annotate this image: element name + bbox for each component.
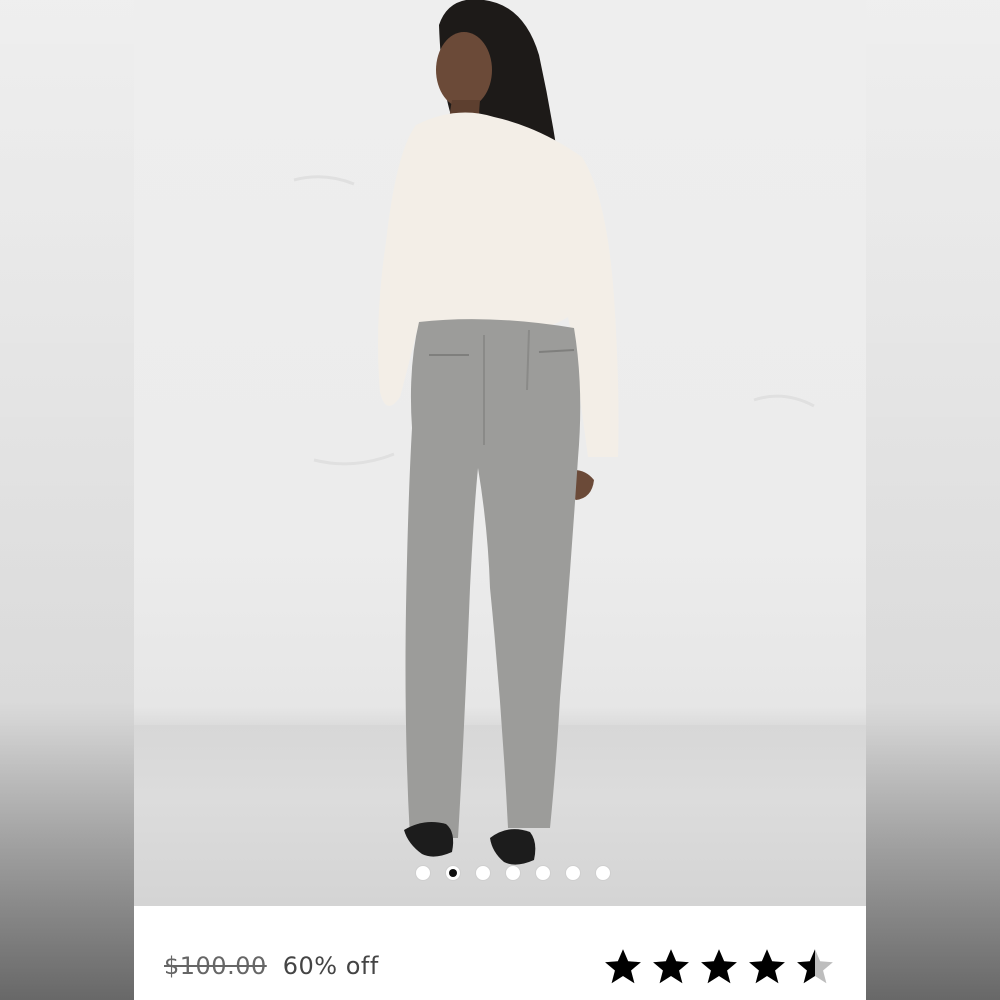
star-full-icon <box>698 947 740 985</box>
carousel-dot[interactable] <box>414 865 431 881</box>
backdrop-left <box>0 0 134 1000</box>
carousel-dot[interactable] <box>504 865 521 881</box>
product-image[interactable] <box>134 0 866 906</box>
backdrop-right <box>866 0 1000 1000</box>
carousel-indicator <box>134 865 866 881</box>
original-price: $100.00 <box>164 952 267 980</box>
star-full-icon <box>650 947 692 985</box>
price-rating-bar: $100.00 60% off <box>134 906 866 1000</box>
carousel-dot[interactable] <box>594 865 611 881</box>
price-row: $100.00 60% off <box>164 952 379 980</box>
product-card: $100.00 60% off <box>134 0 866 1000</box>
star-half-icon <box>794 947 836 985</box>
carousel-dot-active[interactable] <box>444 865 461 881</box>
star-full-icon <box>746 947 788 985</box>
carousel-dot[interactable] <box>534 865 551 881</box>
carousel-dot[interactable] <box>474 865 491 881</box>
discount-label: 60% off <box>282 952 379 980</box>
star-rating[interactable] <box>602 947 836 985</box>
model-illustration <box>293 0 815 865</box>
star-full-icon <box>602 947 644 985</box>
carousel-dot[interactable] <box>564 865 581 881</box>
